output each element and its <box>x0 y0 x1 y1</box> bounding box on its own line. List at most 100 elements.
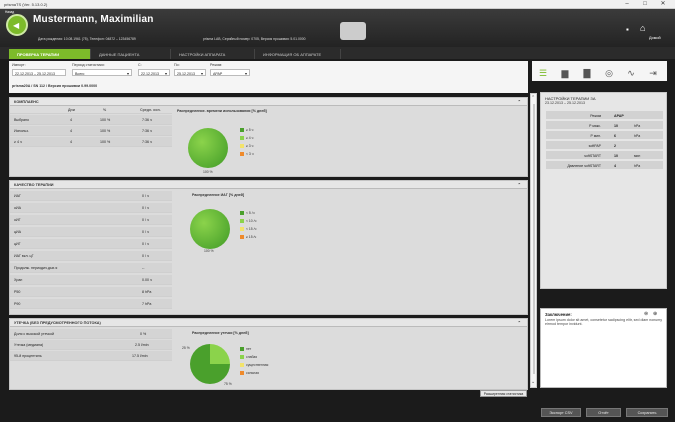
scroll-down-icon[interactable]: ⌄ <box>531 379 535 385</box>
period-select[interactable]: Всего ▾ <box>72 69 132 76</box>
table-row: P90 7 hPa <box>10 299 172 309</box>
save-disk-icon[interactable]: ▪ <box>626 25 636 35</box>
table-row: ИАГ вкл. цГ 0 / ч <box>10 251 172 261</box>
pie-value-label: 100 % <box>203 170 213 174</box>
histogram-icon[interactable]: ▇ <box>578 67 596 79</box>
window-titlebar: prismaTS (Ver. 5.13.0.2) – □ ✕ <box>0 0 675 9</box>
row-value: 7 hPa <box>142 302 152 306</box>
table-row: Использ. 4 100 % 7:36 ч <box>10 126 172 136</box>
table-row: ИАГ 0 / ч <box>10 191 172 201</box>
conclusion-title: Заключение: <box>545 312 572 317</box>
chevron-down-icon: ▾ <box>126 71 129 76</box>
back-button[interactable]: ◀ <box>6 14 28 36</box>
view-toolbar: ☰ ▆ ▇ ◎ ∿ ⇥ <box>532 61 667 81</box>
legend-item: < 5 /ч <box>240 211 254 216</box>
row-label: ИАГ <box>14 194 21 198</box>
setting-row: softPAP 2 <box>546 141 663 150</box>
bar-chart-icon[interactable]: ▆ <box>556 67 574 79</box>
device-info: prisma LAB, Серийный номер: 0705, Версия… <box>203 37 306 41</box>
export-icon[interactable]: ⇥ <box>644 67 662 79</box>
setting-row: softSTART 10 мин <box>546 151 663 160</box>
leakage-section: УТЕЧКА (без предусмотренного потока) ⌃ До… <box>9 318 528 390</box>
row-value: 0 / ч <box>142 254 149 258</box>
mode-select[interactable]: APAP ▾ <box>210 69 250 76</box>
table-row: ≥ 4 ч 4 100 % 7:36 ч <box>10 137 172 147</box>
legend-item: слабая <box>240 355 257 360</box>
legend-item: ≥ 15 /ч <box>240 235 256 240</box>
vertical-scrollbar[interactable]: ⌃ ⌄ <box>530 93 537 388</box>
row-label: Продолж. периодич.дых.я <box>14 266 58 270</box>
therapy-settings-panel: НАСТРОЙКИ ТЕРАПИИ ЗА 23.12.2013 – 25.12.… <box>540 92 667 289</box>
gauge-icon[interactable]: ◎ <box>600 67 618 79</box>
export-csv-button[interactable]: Экспорт CSV <box>541 408 581 417</box>
table-row: 95-й процентиль 17.5 l/min <box>10 351 172 361</box>
maximize-button[interactable]: □ <box>638 1 652 8</box>
legend-item: < 10 /ч <box>240 219 256 224</box>
therapy-quality-section: КАЧЕСТВО ТЕРАПИИ ⌃ ИАГ 0 / ч oИА 0 / ч oИГ 0 /… <box>9 180 528 315</box>
collapse-icon[interactable]: ⌃ <box>518 99 521 104</box>
setting-row: P макс. 10 hPa <box>546 121 663 130</box>
waveform-icon[interactable]: ∿ <box>622 67 640 79</box>
compliance-header[interactable]: КОМПЛАЕНС ⌃ <box>10 98 527 106</box>
tab-patient-data[interactable]: ДАННЫЕ ПАЦИЕНТА <box>91 49 171 59</box>
leakage-chart-title: Распределение утечки [% дней] <box>192 331 249 335</box>
minimize-button[interactable]: – <box>620 1 634 8</box>
row-value: 0 / ч <box>142 194 149 198</box>
stack-icon[interactable]: ⊜ <box>644 311 648 317</box>
filter-bar: Импорт: 22.12.2013 – 25.12.2013 Период с… <box>9 61 528 93</box>
report-button[interactable]: Отчёт <box>586 408 621 417</box>
col-days: Дни <box>68 108 75 112</box>
legend-item: существенная <box>240 363 268 368</box>
panel-date: 23.12.2013 – 25.12.2013 <box>545 101 585 105</box>
conclusion-text[interactable]: Lorem ipsum dolor sit amet, consetetur s… <box>545 318 663 327</box>
from-date-select[interactable]: 22.12.2013 ▾ <box>138 69 170 76</box>
pie-value-label: 25 % <box>182 346 190 350</box>
legend-item: < 3 ч <box>240 152 254 157</box>
compliance-pie <box>188 128 228 168</box>
window-title: prismaTS (Ver. 5.13.0.2) <box>4 2 48 7</box>
setting-row: Режим APAP <box>546 111 663 120</box>
back-label: Назад <box>5 10 15 14</box>
to-date-select[interactable]: 25.12.2013 ▾ <box>174 69 206 76</box>
list-view-icon[interactable]: ☰ <box>534 67 552 79</box>
close-button[interactable]: ✕ <box>656 1 670 8</box>
tab-therapy-check[interactable]: ПРОВЕРКА ТЕРАПИИ <box>9 49 91 59</box>
tab-bar: ПРОВЕРКА ТЕРАПИИ ДАННЫЕ ПАЦИЕНТА НАСТРОЙ… <box>0 47 675 59</box>
pie-value-label: 100 % <box>204 249 214 253</box>
tab-device-settings[interactable]: НАСТРОЙКИ АППАРАТА <box>171 49 255 59</box>
scroll-track[interactable] <box>533 104 535 374</box>
col-avg: Средн. исп. <box>140 108 161 112</box>
scroll-up-icon[interactable]: ⌃ <box>531 95 535 101</box>
setting-row: Давление softSTART 4 hPa <box>546 161 663 170</box>
tab-device-info[interactable]: ИНФОРМАЦИЯ ОБ АППАРАТЕ <box>255 49 341 59</box>
period-label: Период статистики: <box>72 63 105 67</box>
extended-stats-button[interactable]: Расширенная статистика <box>480 390 527 397</box>
row-value: 0.00 ч <box>142 278 152 282</box>
row-label: P50 <box>14 290 21 294</box>
to-label: По: <box>174 63 180 67</box>
legend-item: < 15 /ч <box>240 227 256 232</box>
quality-header[interactable]: КАЧЕСТВО ТЕРАПИИ ⌃ <box>10 181 527 189</box>
compliance-chart-title: Распределение. времени использования [% … <box>177 109 267 113</box>
conclusion-panel[interactable]: Заключение: ⊜ ⊕ Lorem ipsum dolor sit am… <box>540 308 667 388</box>
collapse-icon[interactable]: ⌃ <box>518 320 521 325</box>
row-value: 0 / ч <box>142 230 149 234</box>
legend-item: нет <box>240 347 251 352</box>
legend-item: ≥ 5 ч <box>240 128 253 133</box>
compliance-section: КОМПЛАЕНС ⌃ Дни % Средн. исп. Выбрано 4 1… <box>9 97 528 177</box>
row-value: 0 / ч <box>142 218 149 222</box>
table-row: Доля с высокой утечкой 0 % <box>10 329 172 339</box>
table-row: oИГ 0 / ч <box>10 215 172 225</box>
row-label: ИАГ вкл. цГ <box>14 254 34 258</box>
table-row: цИА 0 / ч <box>10 227 172 237</box>
leakage-header[interactable]: УТЕЧКА (без предусмотренного потока) ⌃ <box>10 319 527 327</box>
save-button[interactable]: Сохранить <box>626 408 668 417</box>
back-arrow-icon: ◀ <box>13 21 20 30</box>
collapse-icon[interactable]: ⌃ <box>518 182 521 187</box>
import-field[interactable]: 22.12.2013 – 25.12.2013 <box>12 69 66 76</box>
row-value: 8 hPa <box>142 290 152 294</box>
add-icon[interactable]: ⊕ <box>653 311 657 317</box>
pie-value-label: 75 % <box>224 382 232 386</box>
import-label: Импорт: <box>12 63 26 67</box>
home-icon[interactable]: ⌂ <box>640 23 654 33</box>
